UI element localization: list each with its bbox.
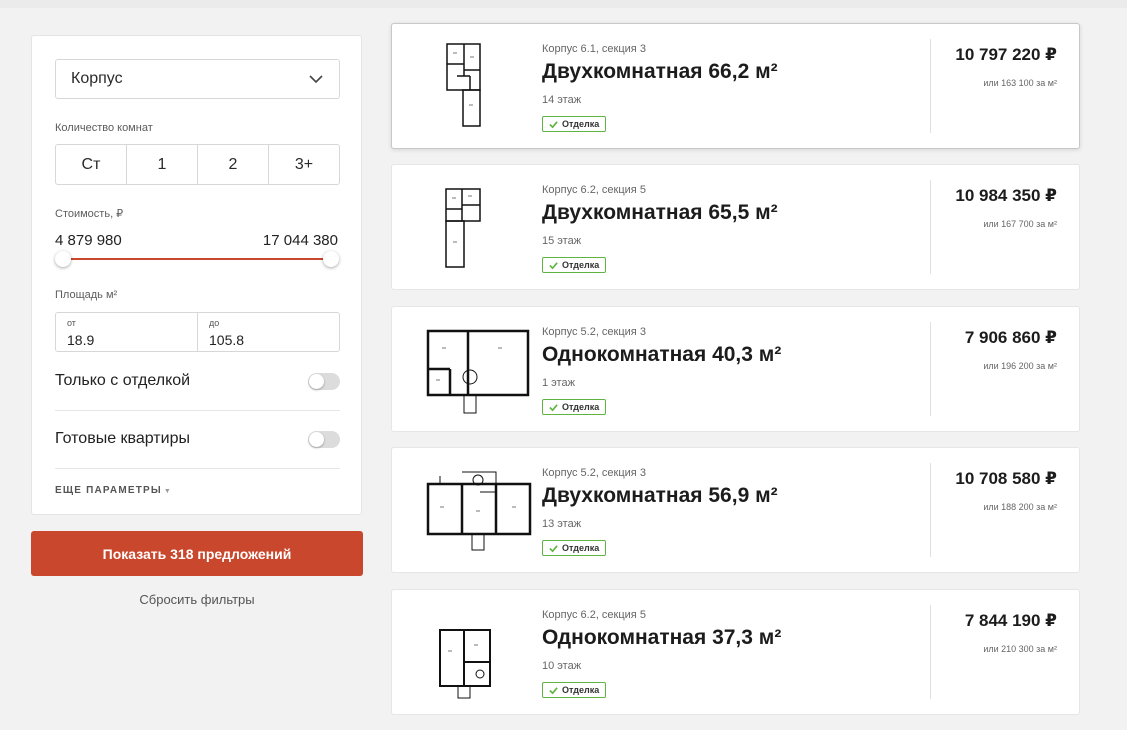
finish-badge: Отделка <box>542 399 607 415</box>
listing-floor: 15 этаж <box>542 235 582 247</box>
price-min-value: 4 879 980 <box>55 232 122 249</box>
listing-price-per-m2: или 163 100 за м² <box>983 78 1057 88</box>
listing-card[interactable]: Корпус 5.2, секция 3 Двухкомнатная 56,9 … <box>391 447 1080 573</box>
listing-building: Корпус 6.1, секция 3 <box>542 43 646 55</box>
floor-plan-icon <box>426 329 530 414</box>
finish-badge: Отделка <box>542 257 607 273</box>
finish-badge-label: Отделка <box>562 260 600 270</box>
listing-title: Двухкомнатная 66,2 м² <box>542 60 778 83</box>
area-from-value: 18.9 <box>67 332 95 348</box>
divider <box>55 468 340 469</box>
card-divider <box>930 605 931 699</box>
only-finished-label: Только с отделкой <box>55 372 191 389</box>
price-slider-track <box>63 258 331 260</box>
room-option-1[interactable]: 1 <box>127 145 198 184</box>
listing-price-per-m2: или 188 200 за м² <box>983 502 1057 512</box>
listing-price: 10 708 580 ₽ <box>955 469 1057 488</box>
room-option-3plus[interactable]: 3+ <box>269 145 339 184</box>
finish-badge-label: Отделка <box>562 685 600 695</box>
listing-building: Корпус 5.2, секция 3 <box>542 326 646 338</box>
listing-floor: 1 этаж <box>542 377 575 389</box>
ready-row: Готовые квартиры <box>55 410 340 468</box>
filter-panel: Корпус Количество комнат Ст 1 2 3+ Стоим… <box>31 35 362 515</box>
listing-card[interactable]: Корпус 6.1, секция 3 Двухкомнатная 66,2 … <box>391 23 1080 149</box>
listing-building: Корпус 5.2, секция 3 <box>542 467 646 479</box>
listing-price: 7 906 860 ₽ <box>964 328 1057 347</box>
card-divider <box>930 463 931 557</box>
finish-badge-label: Отделка <box>562 402 600 412</box>
area-from-label: от <box>67 318 76 328</box>
toggle-knob <box>309 431 324 447</box>
rooms-label: Количество комнат <box>55 122 153 134</box>
more-params-label: ЕЩЕ ПАРАМЕТРЫ <box>55 485 162 496</box>
listing-title: Двухкомнатная 65,5 м² <box>542 201 778 224</box>
listing-title: Однокомнатная 40,3 м² <box>542 343 782 366</box>
listing-price: 10 984 350 ₽ <box>955 186 1057 205</box>
floor-plan-icon <box>446 43 481 127</box>
check-icon <box>549 261 558 269</box>
price-max-value: 17 044 380 <box>262 232 338 249</box>
card-divider <box>930 180 931 274</box>
listing-building: Корпус 6.2, секция 5 <box>542 609 646 621</box>
area-to-field[interactable]: до 105.8 <box>198 313 339 351</box>
reset-filters-link[interactable]: Сбросить фильтры <box>31 592 363 607</box>
floor-plan-icon <box>445 188 481 268</box>
ready-label: Готовые квартиры <box>55 430 190 447</box>
floor-plan-icon <box>439 629 491 699</box>
listing-price-per-m2: или 167 700 за м² <box>983 219 1057 229</box>
listing-price: 7 844 190 ₽ <box>964 611 1057 630</box>
only-finished-toggle[interactable] <box>308 372 340 390</box>
building-select[interactable]: Корпус <box>55 59 340 99</box>
finish-badge-label: Отделка <box>562 119 600 129</box>
listing-price-per-m2: или 196 200 за м² <box>983 361 1057 371</box>
price-slider-max-handle[interactable] <box>323 251 339 267</box>
finish-badge: Отделка <box>542 540 607 556</box>
area-label: Площадь м² <box>55 289 118 301</box>
listing-card[interactable]: Корпус 5.2, секция 3 Однокомнатная 40,3 … <box>391 306 1080 432</box>
finish-badge: Отделка <box>542 682 607 698</box>
check-icon <box>549 403 558 411</box>
check-icon <box>549 120 558 128</box>
card-divider <box>930 39 931 133</box>
listing-floor: 14 этаж <box>542 94 582 106</box>
toggle-knob <box>309 373 324 389</box>
more-params-link[interactable]: ЕЩЕ ПАРАМЕТРЫ ▼ <box>55 485 172 496</box>
room-option-2[interactable]: 2 <box>198 145 269 184</box>
caret-down-icon: ▼ <box>163 488 173 495</box>
listing-floor: 13 этаж <box>542 518 582 530</box>
listing-price-per-m2: или 210 300 за м² <box>983 644 1057 654</box>
room-option-studio[interactable]: Ст <box>56 145 127 184</box>
listing-price: 10 797 220 ₽ <box>955 45 1057 64</box>
check-icon <box>549 686 558 694</box>
building-select-value: Корпус <box>71 70 123 87</box>
card-divider <box>930 322 931 416</box>
rooms-selector: Ст 1 2 3+ <box>55 144 340 185</box>
finish-badge: Отделка <box>542 116 607 132</box>
only-finished-row: Только с отделкой <box>55 352 340 410</box>
area-to-label: до <box>209 318 220 328</box>
chevron-down-icon <box>309 75 323 84</box>
check-icon <box>549 544 558 552</box>
listing-title: Двухкомнатная 56,9 м² <box>542 484 778 507</box>
price-slider-min-handle[interactable] <box>55 251 71 267</box>
listing-card[interactable]: Корпус 6.2, секция 5 Двухкомнатная 65,5 … <box>391 164 1080 290</box>
listing-title: Однокомнатная 37,3 м² <box>542 626 782 649</box>
area-from-field[interactable]: от 18.9 <box>56 313 198 351</box>
ready-toggle[interactable] <box>308 430 340 448</box>
area-to-value: 105.8 <box>209 332 245 348</box>
finish-badge-label: Отделка <box>562 543 600 553</box>
show-offers-button[interactable]: Показать 318 предложений <box>31 531 363 576</box>
top-strip <box>0 0 1127 8</box>
listing-card[interactable]: Корпус 6.2, секция 5 Однокомнатная 37,3 … <box>391 589 1080 715</box>
listing-floor: 10 этаж <box>542 660 582 672</box>
price-label: Стоимость, ₽ <box>55 208 124 220</box>
area-range: от 18.9 до 105.8 <box>55 312 340 352</box>
floor-plan-icon <box>426 471 532 551</box>
listing-building: Корпус 6.2, секция 5 <box>542 184 646 196</box>
